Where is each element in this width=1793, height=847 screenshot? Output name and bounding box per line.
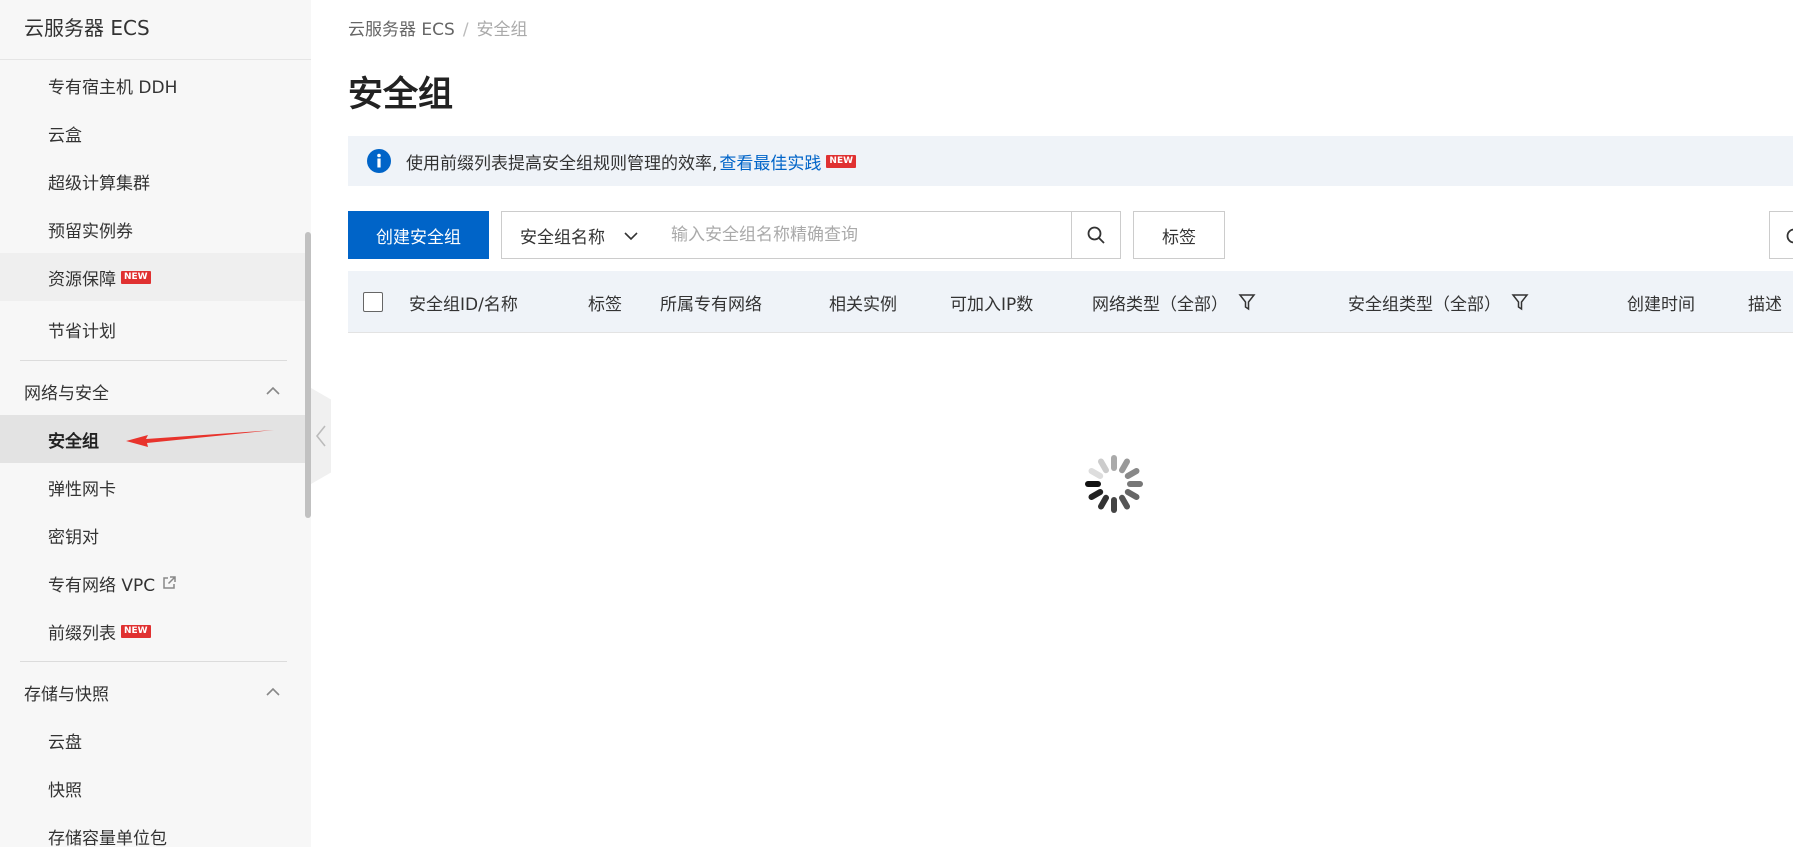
sidebar-item-label: 弹性网卡 (48, 479, 116, 500)
sidebar-item-cloud-disk[interactable]: 云盘 (0, 716, 305, 764)
best-practice-link[interactable]: 查看最佳实践 (719, 149, 821, 174)
group-title-label: 网络与安全 (24, 383, 109, 404)
info-banner: 使用前缀列表提高安全组规则管理的效率, 查看最佳实践 NEW (348, 136, 1793, 186)
create-security-group-button[interactable]: 创建安全组 (348, 211, 489, 259)
table-header: 安全组ID/名称 标签 所属专有网络 相关实例 可加入IP数 网络类型（全部） … (348, 271, 1793, 333)
column-header-label: 安全组类型（全部） (1348, 294, 1501, 315)
divider (20, 360, 287, 361)
sidebar-item-label: 节省计划 (48, 321, 116, 342)
sidebar-item-security-group[interactable]: 安全组 (0, 415, 305, 463)
group-storage-snapshot[interactable]: 存储与快照 (0, 668, 305, 716)
new-badge: NEW (121, 624, 151, 638)
sidebar-item-label: 存储容量单位包 (48, 828, 167, 847)
sidebar-item-prefix-list[interactable]: 前缀列表 NEW (0, 607, 305, 655)
chevron-left-icon (315, 425, 326, 447)
sidebar-item-label: 云盘 (48, 732, 82, 753)
column-header-ip-count: 可加入IP数 (950, 294, 1034, 315)
column-header-id-name: 安全组ID/名称 (409, 294, 518, 315)
sidebar-scrollbar[interactable] (305, 232, 311, 518)
sidebar-item-label: 专有网络 VPC (48, 575, 156, 596)
sidebar: 云服务器 ECS 专有宿主机 DDH 云盒 超级计算集群 预留实例券 资源保障 … (0, 0, 311, 847)
column-header-desc: 描述 (1748, 294, 1782, 315)
column-header-label: 网络类型（全部） (1092, 294, 1228, 315)
sidebar-item-label: 超级计算集群 (48, 173, 150, 194)
divider (20, 661, 287, 662)
sidebar-item-label: 专有宿主机 DDH (48, 77, 178, 98)
sidebar-item-label: 云盒 (48, 125, 82, 146)
sidebar-title: 云服务器 ECS (24, 16, 150, 40)
sidebar-item-ddh[interactable]: 专有宿主机 DDH (0, 61, 305, 109)
sidebar-item-super-computing[interactable]: 超级计算集群 (0, 157, 305, 205)
sidebar-collapse-handle[interactable] (311, 388, 331, 484)
chevron-up-icon (266, 386, 280, 395)
sidebar-item-snapshot[interactable]: 快照 (0, 764, 305, 812)
banner-text: 使用前缀列表提高安全组规则管理的效率, (406, 153, 718, 174)
toolbar: 创建安全组 安全组名称 标签 (348, 211, 1793, 259)
breadcrumb-separator: / (462, 20, 469, 40)
new-badge: NEW (826, 154, 857, 168)
sidebar-item-cloud-box[interactable]: 云盒 (0, 109, 305, 157)
loading-spinner-icon (1085, 455, 1143, 513)
select-value: 安全组名称 (520, 227, 605, 248)
chevron-down-icon (624, 232, 638, 241)
breadcrumb: 云服务器 ECS / 安全组 (348, 15, 528, 40)
external-link-icon (163, 576, 176, 589)
search-input[interactable] (653, 211, 1073, 259)
column-header-tags: 标签 (588, 294, 622, 315)
tag-filter-button[interactable]: 标签 (1133, 211, 1225, 259)
page-title: 安全组 (348, 75, 454, 115)
sidebar-item-label: 快照 (48, 780, 82, 801)
sidebar-item-vpc[interactable]: 专有网络 VPC (0, 559, 305, 607)
breadcrumb-root[interactable]: 云服务器 ECS (348, 20, 455, 40)
sidebar-item-label: 密钥对 (48, 527, 99, 548)
search-button[interactable] (1071, 211, 1121, 259)
sidebar-item-key-pair[interactable]: 密钥对 (0, 511, 305, 559)
new-badge: NEW (121, 270, 151, 284)
breadcrumb-current: 安全组 (476, 20, 528, 40)
sidebar-item-label: 资源保障 (48, 269, 116, 290)
search-field-select[interactable]: 安全组名称 (501, 211, 654, 259)
sidebar-item-label: 前缀列表 (48, 623, 116, 644)
refresh-icon (1786, 228, 1793, 244)
column-header-vpc: 所属专有网络 (660, 294, 762, 315)
sidebar-item-label: 预留实例券 (48, 221, 133, 242)
column-header-created: 创建时间 (1627, 294, 1695, 315)
sidebar-item-storage-capacity-unit[interactable]: 存储容量单位包 (0, 812, 305, 847)
chevron-up-icon (266, 687, 280, 696)
filter-icon[interactable] (1511, 293, 1529, 311)
sidebar-item-savings-plan[interactable]: 节省计划 (0, 305, 305, 353)
select-all-checkbox[interactable] (363, 292, 383, 312)
column-header-network-type[interactable]: 网络类型（全部） (1092, 271, 1256, 333)
info-icon (367, 149, 391, 173)
column-header-sg-type[interactable]: 安全组类型（全部） (1348, 271, 1529, 333)
refresh-button[interactable] (1769, 211, 1793, 259)
sidebar-item-resource-guarantee[interactable]: 资源保障 NEW (0, 253, 305, 301)
sidebar-item-label: 安全组 (48, 431, 99, 452)
divider (0, 59, 311, 60)
sidebar-item-eni[interactable]: 弹性网卡 (0, 463, 305, 511)
search-icon (1087, 226, 1105, 244)
sidebar-item-reserved-instance[interactable]: 预留实例券 (0, 205, 305, 253)
column-header-instances: 相关实例 (829, 294, 897, 315)
main-content: 云服务器 ECS / 安全组 安全组 使用前缀列表提高安全组规则管理的效率, 查看最… (348, 0, 1793, 847)
group-network-security[interactable]: 网络与安全 (0, 367, 305, 415)
group-title-label: 存储与快照 (24, 684, 109, 705)
filter-icon[interactable] (1238, 293, 1256, 311)
